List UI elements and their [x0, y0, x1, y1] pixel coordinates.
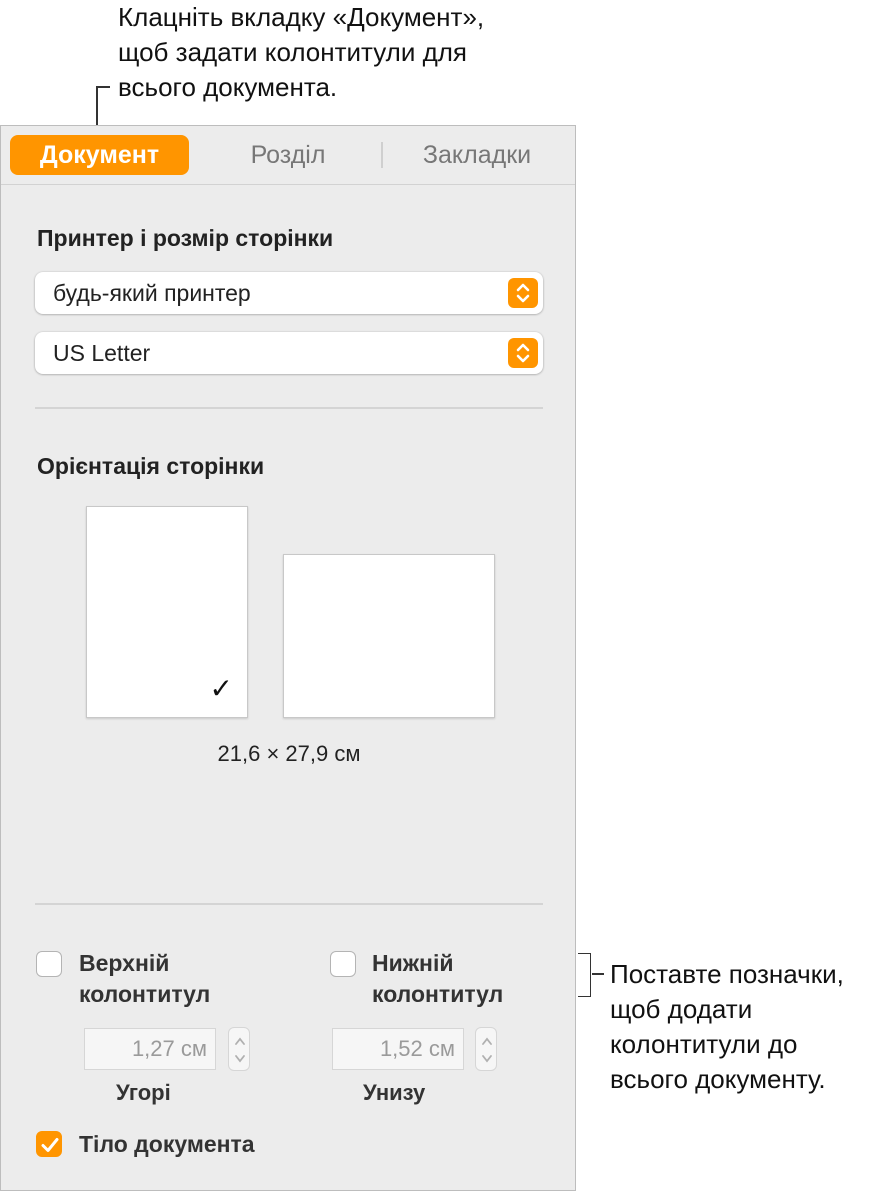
checkmark-icon: [41, 1138, 59, 1152]
header-margin-caption: Угорі: [116, 1080, 171, 1105]
callout-line: Клацніть вкладку «Документ»,: [118, 2, 485, 32]
chevron-up-down-icon: [508, 278, 538, 308]
document-body-checkbox-label: Тіло документа: [79, 1131, 255, 1157]
tab-divider: [381, 142, 383, 168]
callout-line: колонтитули до: [610, 1029, 798, 1059]
callout-line: Поставте позначки,: [610, 959, 844, 989]
landscape-orientation-option[interactable]: [283, 554, 495, 718]
paper-size-popup[interactable]: US Letter: [35, 332, 543, 374]
inspector-tab-bar: Документ Розділ Закладки: [1, 126, 575, 185]
section-divider: [35, 407, 543, 409]
callout-leader-tick: [96, 86, 110, 88]
document-body-checkbox[interactable]: [36, 1131, 62, 1157]
footer-margin-field[interactable]: 1,52 см: [332, 1028, 464, 1070]
footer-checkbox-label: Нижній колонтитул: [372, 950, 504, 1007]
chevron-up-down-icon: [508, 338, 538, 368]
footer-checkbox[interactable]: [330, 951, 356, 977]
tab-bookmarks[interactable]: Закладки: [395, 135, 559, 175]
tab-document[interactable]: Документ: [10, 135, 189, 175]
header-checkbox[interactable]: [36, 951, 62, 977]
callout-line: всього документу.: [610, 1064, 826, 1094]
printer-popup[interactable]: будь-який принтер: [35, 272, 543, 314]
header-checkbox-label: Верхній колонтитул: [79, 950, 211, 1007]
callout-bracket-tick: [592, 973, 604, 975]
paper-size-popup-value: US Letter: [53, 340, 151, 366]
page-size-label: 21,6 × 27,9 см: [217, 741, 361, 766]
callout-line: щоб додати: [610, 994, 753, 1024]
header-margin-stepper[interactable]: [228, 1027, 250, 1071]
section-divider: [35, 903, 543, 905]
header-margin-field[interactable]: 1,27 см: [84, 1028, 216, 1070]
document-inspector-panel: Документ Розділ Закладки Принтер і розмі…: [0, 125, 576, 1191]
portrait-orientation-option[interactable]: ✓: [86, 506, 248, 718]
orientation-section-title: Орієнтація сторінки: [37, 453, 265, 479]
callout-line: всього документа.: [118, 72, 338, 102]
footer-margin-stepper[interactable]: [475, 1027, 497, 1071]
printer-section-title: Принтер і розмір сторінки: [37, 225, 334, 251]
printer-popup-value: будь-який принтер: [53, 280, 251, 306]
checkmark-icon: ✓: [209, 673, 233, 704]
callout-bracket: [578, 953, 591, 997]
footer-margin-caption: Унизу: [363, 1080, 426, 1105]
tab-section[interactable]: Розділ: [209, 135, 367, 175]
callout-checkboxes: Поставте позначки, щоб додати колонтитул…: [610, 957, 882, 1097]
callout-document-tab: Клацніть вкладку «Документ», щоб задати …: [118, 0, 558, 105]
callout-line: щоб задати колонтитули для: [118, 37, 468, 67]
